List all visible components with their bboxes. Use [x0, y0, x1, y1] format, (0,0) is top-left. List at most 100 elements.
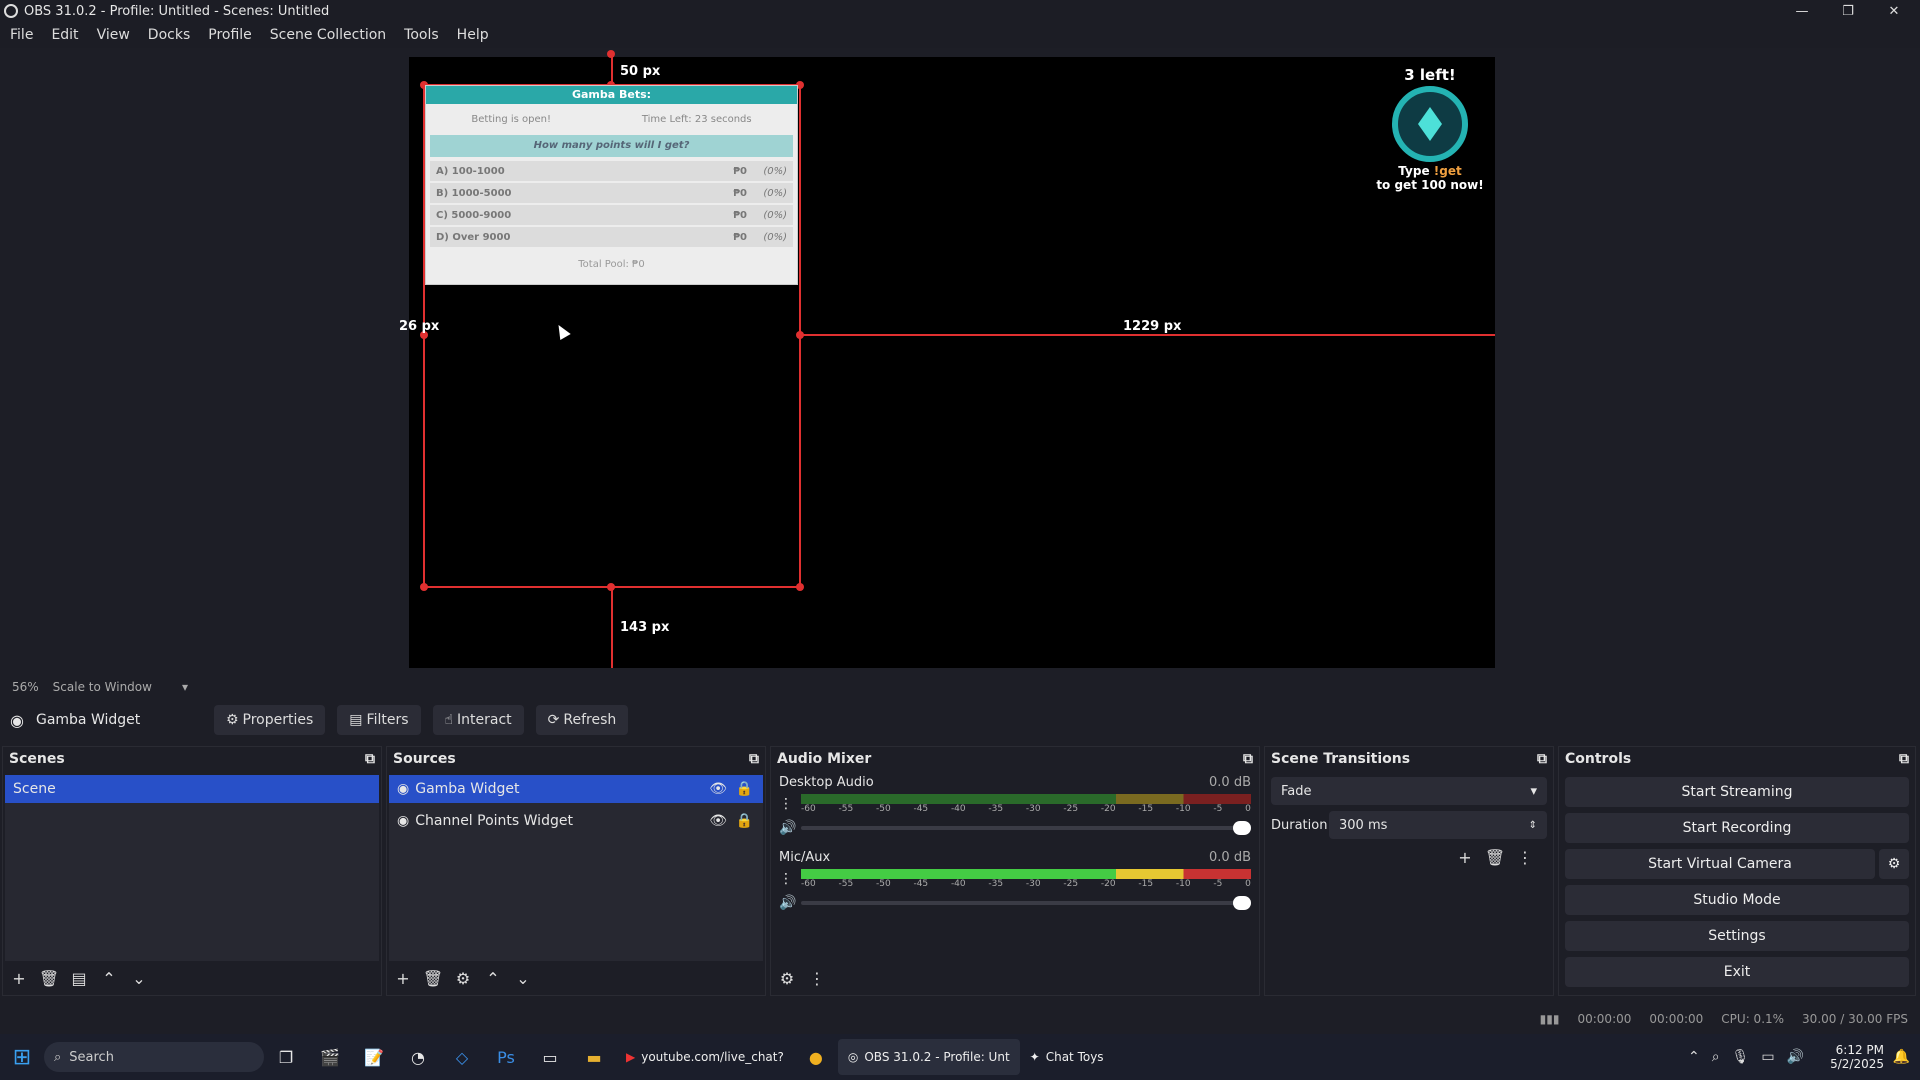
gear-icon[interactable]: ⚙	[451, 966, 475, 990]
start-virtual-camera-button[interactable]: Start Virtual Camera	[1565, 849, 1875, 879]
slider-knob[interactable]	[1233, 821, 1251, 835]
vscode-icon[interactable]: ◇	[448, 1043, 476, 1071]
menu-profile[interactable]: Profile	[208, 27, 252, 43]
taskbar-app-youtube[interactable]: ▶ youtube.com/live_chat?	[616, 1039, 794, 1075]
network-icon[interactable]: ▭	[1761, 1049, 1774, 1065]
filter-icon: ▤	[349, 712, 363, 728]
gear-icon[interactable]: ⚙	[775, 966, 799, 990]
menu-docks[interactable]: Docks	[148, 27, 190, 43]
undock-icon[interactable]: ⧉	[1537, 751, 1547, 767]
spinner-icon[interactable]: ⇕	[1529, 820, 1537, 831]
chevron-up-icon[interactable]: ⌃	[1688, 1049, 1700, 1065]
transition-select[interactable]: Fade ▾	[1271, 777, 1547, 805]
chrome-icon[interactable]: ●	[802, 1043, 830, 1071]
gamba-time: Time Left: 23 seconds	[641, 114, 752, 125]
interact-button[interactable]: ☝ Interact	[432, 705, 524, 735]
clapper-icon[interactable]: 🎬	[316, 1043, 344, 1071]
eye-icon[interactable]: 👁	[709, 813, 727, 829]
terminal-icon[interactable]: ▭	[536, 1043, 564, 1071]
volume-slider[interactable]	[801, 896, 1251, 910]
menu-edit[interactable]: Edit	[51, 27, 78, 43]
maximize-button[interactable]: ❐	[1826, 0, 1870, 22]
taskbar-search[interactable]: ⌕ Search	[44, 1042, 264, 1072]
anchor-handle[interactable]	[607, 50, 615, 58]
move-down-button[interactable]: ⌄	[511, 966, 535, 990]
taskbar-app-chattoys[interactable]: ✦ Chat Toys	[1020, 1039, 1114, 1075]
menu-tools[interactable]: Tools	[404, 27, 439, 43]
refresh-button[interactable]: ⟳ Refresh	[535, 705, 629, 735]
undock-icon[interactable]: ⧉	[1243, 751, 1253, 767]
resize-handle-r[interactable]	[796, 331, 804, 339]
source-item[interactable]: ◉ Gamba Widget 👁 🔒	[389, 775, 763, 803]
selected-source-name: Gamba Widget	[35, 712, 141, 728]
close-button[interactable]: ✕	[1872, 0, 1916, 22]
menu-scene-collection[interactable]: Scene Collection	[270, 27, 386, 43]
minimize-button[interactable]: —	[1780, 0, 1824, 22]
menu-help[interactable]: Help	[457, 27, 489, 43]
slider-knob[interactable]	[1233, 896, 1251, 910]
resize-handle-b[interactable]	[607, 583, 615, 591]
lock-icon[interactable]: 🔒	[736, 813, 753, 829]
windows-start-icon[interactable]: ⊞	[8, 1043, 36, 1071]
add-scene-button[interactable]: +	[7, 966, 31, 990]
kebab-icon[interactable]: ⋮	[779, 796, 801, 812]
notification-icon[interactable]: 🔔	[1893, 1049, 1910, 1065]
scene-transitions-dock: Scene Transitions ⧉ Fade ▾ Duration 300 ms…	[1264, 746, 1554, 996]
menu-view[interactable]: View	[97, 27, 130, 43]
blender-icon[interactable]: ◔	[404, 1043, 432, 1071]
window-title: OBS 31.0.2 - Profile: Untitled - Scenes:…	[24, 3, 330, 19]
scene-filter-icon[interactable]: ▤	[67, 966, 91, 990]
trash-icon[interactable]: 🗑	[421, 966, 445, 990]
gamba-option: D) Over 9000 ₱0 (0%)	[430, 227, 793, 247]
resize-handle-br[interactable]	[796, 583, 804, 591]
tray-search-icon[interactable]: ⌕	[1712, 1049, 1720, 1065]
add-source-button[interactable]: +	[391, 966, 415, 990]
move-up-button[interactable]: ⌃	[97, 966, 121, 990]
mic-icon[interactable]: 🎙	[1732, 1049, 1750, 1065]
task-view-icon[interactable]: ❐	[272, 1043, 300, 1071]
photoshop-icon[interactable]: Ps	[492, 1043, 520, 1071]
volume-icon[interactable]: 🔊	[1787, 1049, 1804, 1065]
lock-icon[interactable]: 🔒	[736, 781, 753, 797]
settings-button[interactable]: Settings	[1565, 921, 1909, 951]
duration-input[interactable]: 300 ms ⇕	[1329, 811, 1547, 839]
undock-icon[interactable]: ⧉	[365, 751, 375, 767]
scene-item[interactable]: Scene	[5, 775, 379, 803]
exit-button[interactable]: Exit	[1565, 957, 1909, 987]
source-item[interactable]: ◉ Channel Points Widget 👁 🔒	[389, 807, 763, 835]
clock[interactable]: 6:12 PM 5/2/2025	[1830, 1043, 1884, 1071]
cpw-ring-icon	[1392, 86, 1468, 162]
eye-icon[interactable]: 👁	[709, 781, 727, 797]
trash-icon[interactable]: 🗑	[1483, 845, 1507, 869]
start-recording-button[interactable]: Start Recording	[1565, 813, 1909, 843]
studio-mode-button[interactable]: Studio Mode	[1565, 885, 1909, 915]
undock-icon[interactable]: ⧉	[1899, 751, 1909, 767]
properties-button[interactable]: ⚙ Properties	[213, 705, 326, 735]
taskbar-app-obs[interactable]: ◎ OBS 31.0.2 - Profile: Unt	[837, 1039, 1020, 1075]
speaker-icon[interactable]: 🔊	[779, 820, 801, 836]
volume-slider[interactable]	[801, 821, 1251, 835]
scenes-title: Scenes	[9, 751, 65, 767]
move-up-button[interactable]: ⌃	[481, 966, 505, 990]
undock-icon[interactable]: ⧉	[749, 751, 759, 767]
menu-file[interactable]: File	[10, 27, 33, 43]
fps: 30.00 / 30.00 FPS	[1802, 1012, 1908, 1026]
filters-button[interactable]: ▤ Filters	[337, 705, 421, 735]
gamba-option: C) 5000-9000 ₱0 (0%)	[430, 205, 793, 225]
browser-source-icon: ◉	[397, 781, 410, 797]
trash-icon[interactable]: 🗑	[37, 966, 61, 990]
folder-icon[interactable]: ▬	[580, 1043, 608, 1071]
dim-label-right: 1229 px	[1123, 319, 1182, 334]
kebab-icon[interactable]: ⋮	[805, 966, 829, 990]
gear-icon[interactable]: ⚙	[1879, 849, 1909, 879]
add-transition-button[interactable]: +	[1453, 845, 1477, 869]
kebab-icon[interactable]: ⋮	[779, 871, 801, 887]
resize-handle-bl[interactable]	[420, 583, 428, 591]
scale-mode[interactable]: Scale to Window	[53, 680, 152, 694]
start-streaming-button[interactable]: Start Streaming	[1565, 777, 1909, 807]
chevron-down-icon[interactable]: ▾	[182, 680, 188, 694]
notepad-icon[interactable]: 📝	[360, 1043, 388, 1071]
move-down-button[interactable]: ⌄	[127, 966, 151, 990]
speaker-icon[interactable]: 🔊	[779, 895, 801, 911]
kebab-icon[interactable]: ⋮	[1513, 845, 1537, 869]
